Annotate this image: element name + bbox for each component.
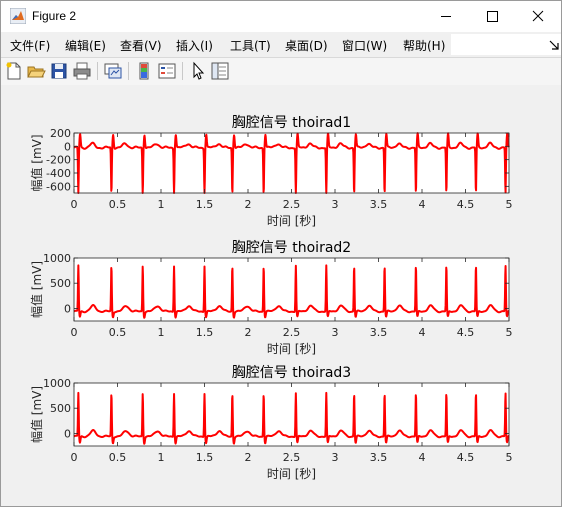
toolbar-separator — [182, 62, 183, 80]
y-tick-label: 0 — [64, 427, 71, 440]
x-axis-label: 时间 [秒] — [267, 467, 316, 481]
axes-title: 胸腔信号 thoirad3 — [232, 365, 351, 381]
x-axis-label: 时间 [秒] — [267, 214, 316, 228]
menu-desktop[interactable]: 桌面(D) — [285, 37, 328, 54]
y-axis-label: 幅值 [mV] — [29, 261, 44, 318]
menu-view[interactable]: 查看(V) — [120, 37, 162, 54]
y-tick-label: -600 — [46, 180, 71, 193]
x-tick-label: 4.5 — [457, 326, 475, 339]
x-tick-label: 4.5 — [457, 451, 475, 464]
y-tick-label: 0 — [64, 140, 71, 153]
x-tick-label: 4 — [419, 451, 426, 464]
x-tick-label: 5 — [506, 198, 513, 211]
x-tick-label: 3.5 — [370, 198, 388, 211]
menu-bar-blank — [451, 34, 561, 55]
x-tick-label: 0 — [71, 451, 78, 464]
y-tick-label: 0 — [64, 302, 71, 315]
x-tick-label: 0 — [71, 326, 78, 339]
x-tick-label: 0 — [71, 198, 78, 211]
menu-tools[interactable]: 工具(T) — [230, 37, 271, 54]
new-figure-icon[interactable] — [4, 61, 24, 81]
x-tick-label: 1.5 — [196, 451, 214, 464]
x-tick-label: 1 — [158, 198, 165, 211]
x-tick-label: 3.5 — [370, 451, 388, 464]
y-tick-label: -400 — [46, 167, 71, 180]
x-tick-label: 5 — [506, 451, 513, 464]
matlab-icon — [10, 8, 26, 24]
y-tick-label: 1000 — [43, 377, 71, 390]
close-button[interactable] — [515, 1, 561, 32]
minimize-button[interactable] — [423, 1, 469, 32]
x-tick-label: 3 — [332, 451, 339, 464]
minimize-icon — [441, 16, 451, 17]
menu-file[interactable]: 文件(F) — [10, 37, 50, 54]
x-tick-label: 3 — [332, 326, 339, 339]
x-tick-label: 5 — [506, 326, 513, 339]
x-tick-label: 3.5 — [370, 326, 388, 339]
y-tick-label: 200 — [50, 127, 71, 140]
x-tick-label: 1 — [158, 451, 165, 464]
link-plot-icon[interactable] — [103, 61, 123, 81]
open-folder-icon[interactable] — [26, 61, 46, 81]
y-axis-label: 幅值 [mV] — [29, 386, 44, 443]
axes-background — [74, 133, 509, 193]
x-tick-label: 2 — [245, 198, 252, 211]
menu-insert[interactable]: 插入(I) — [176, 37, 213, 54]
x-tick-label: 4.5 — [457, 198, 475, 211]
menu-edit[interactable]: 编辑(E) — [65, 37, 106, 54]
property-inspector-icon[interactable] — [210, 61, 230, 81]
axes-title: 胸腔信号 thoirad1 — [232, 115, 351, 131]
close-icon — [532, 10, 544, 22]
axes-title: 胸腔信号 thoirad2 — [232, 240, 351, 256]
x-tick-label: 0.5 — [109, 451, 127, 464]
menu-window[interactable]: 窗口(W) — [342, 37, 387, 54]
pointer-icon[interactable] — [188, 61, 208, 81]
x-tick-label: 0.5 — [109, 326, 127, 339]
x-tick-label: 2 — [245, 451, 252, 464]
window-title: Figure 2 — [32, 9, 77, 23]
x-tick-label: 2.5 — [283, 198, 301, 211]
save-icon[interactable] — [49, 61, 69, 81]
x-tick-label: 1 — [158, 326, 165, 339]
x-tick-label: 4 — [419, 326, 426, 339]
print-icon[interactable] — [72, 61, 92, 81]
menu-overflow-icon[interactable] — [549, 40, 559, 50]
toolbar-separator — [97, 62, 98, 80]
figure-window: Figure 2 文件(F) 编辑(E) 查看(V) 插入(I) 工具(T) 桌… — [0, 0, 562, 507]
x-tick-label: 2 — [245, 326, 252, 339]
x-tick-label: 1.5 — [196, 198, 214, 211]
x-tick-label: 0.5 — [109, 198, 127, 211]
y-tick-label: -200 — [46, 154, 71, 167]
y-tick-label: 1000 — [43, 252, 71, 265]
x-tick-label: 2.5 — [283, 451, 301, 464]
toolbar — [1, 58, 561, 85]
figure-canvas[interactable]: 0 0.5 1 1.5 2 2.5 3 3.5 4 4.5 52000-200-400-600胸腔信… — [1, 85, 561, 506]
menu-help[interactable]: 帮助(H) — [403, 37, 445, 54]
maximize-button[interactable] — [469, 1, 515, 32]
menu-bar: 文件(F) 编辑(E) 查看(V) 插入(I) 工具(T) 桌面(D) 窗口(W… — [1, 32, 561, 57]
x-tick-label: 3 — [332, 198, 339, 211]
toolbar-separator — [128, 62, 129, 80]
y-axis-label: 幅值 [mV] — [29, 134, 44, 191]
x-tick-label: 4 — [419, 198, 426, 211]
x-axis-label: 时间 [秒] — [267, 342, 316, 356]
insert-colorbar-icon[interactable] — [134, 61, 154, 81]
maximize-icon — [487, 11, 498, 22]
y-tick-label: 500 — [50, 402, 71, 415]
y-tick-label: 500 — [50, 277, 71, 290]
insert-legend-icon[interactable] — [157, 61, 177, 81]
x-tick-label: 2.5 — [283, 326, 301, 339]
title-bar[interactable]: Figure 2 — [1, 1, 561, 32]
x-tick-label: 1.5 — [196, 326, 214, 339]
